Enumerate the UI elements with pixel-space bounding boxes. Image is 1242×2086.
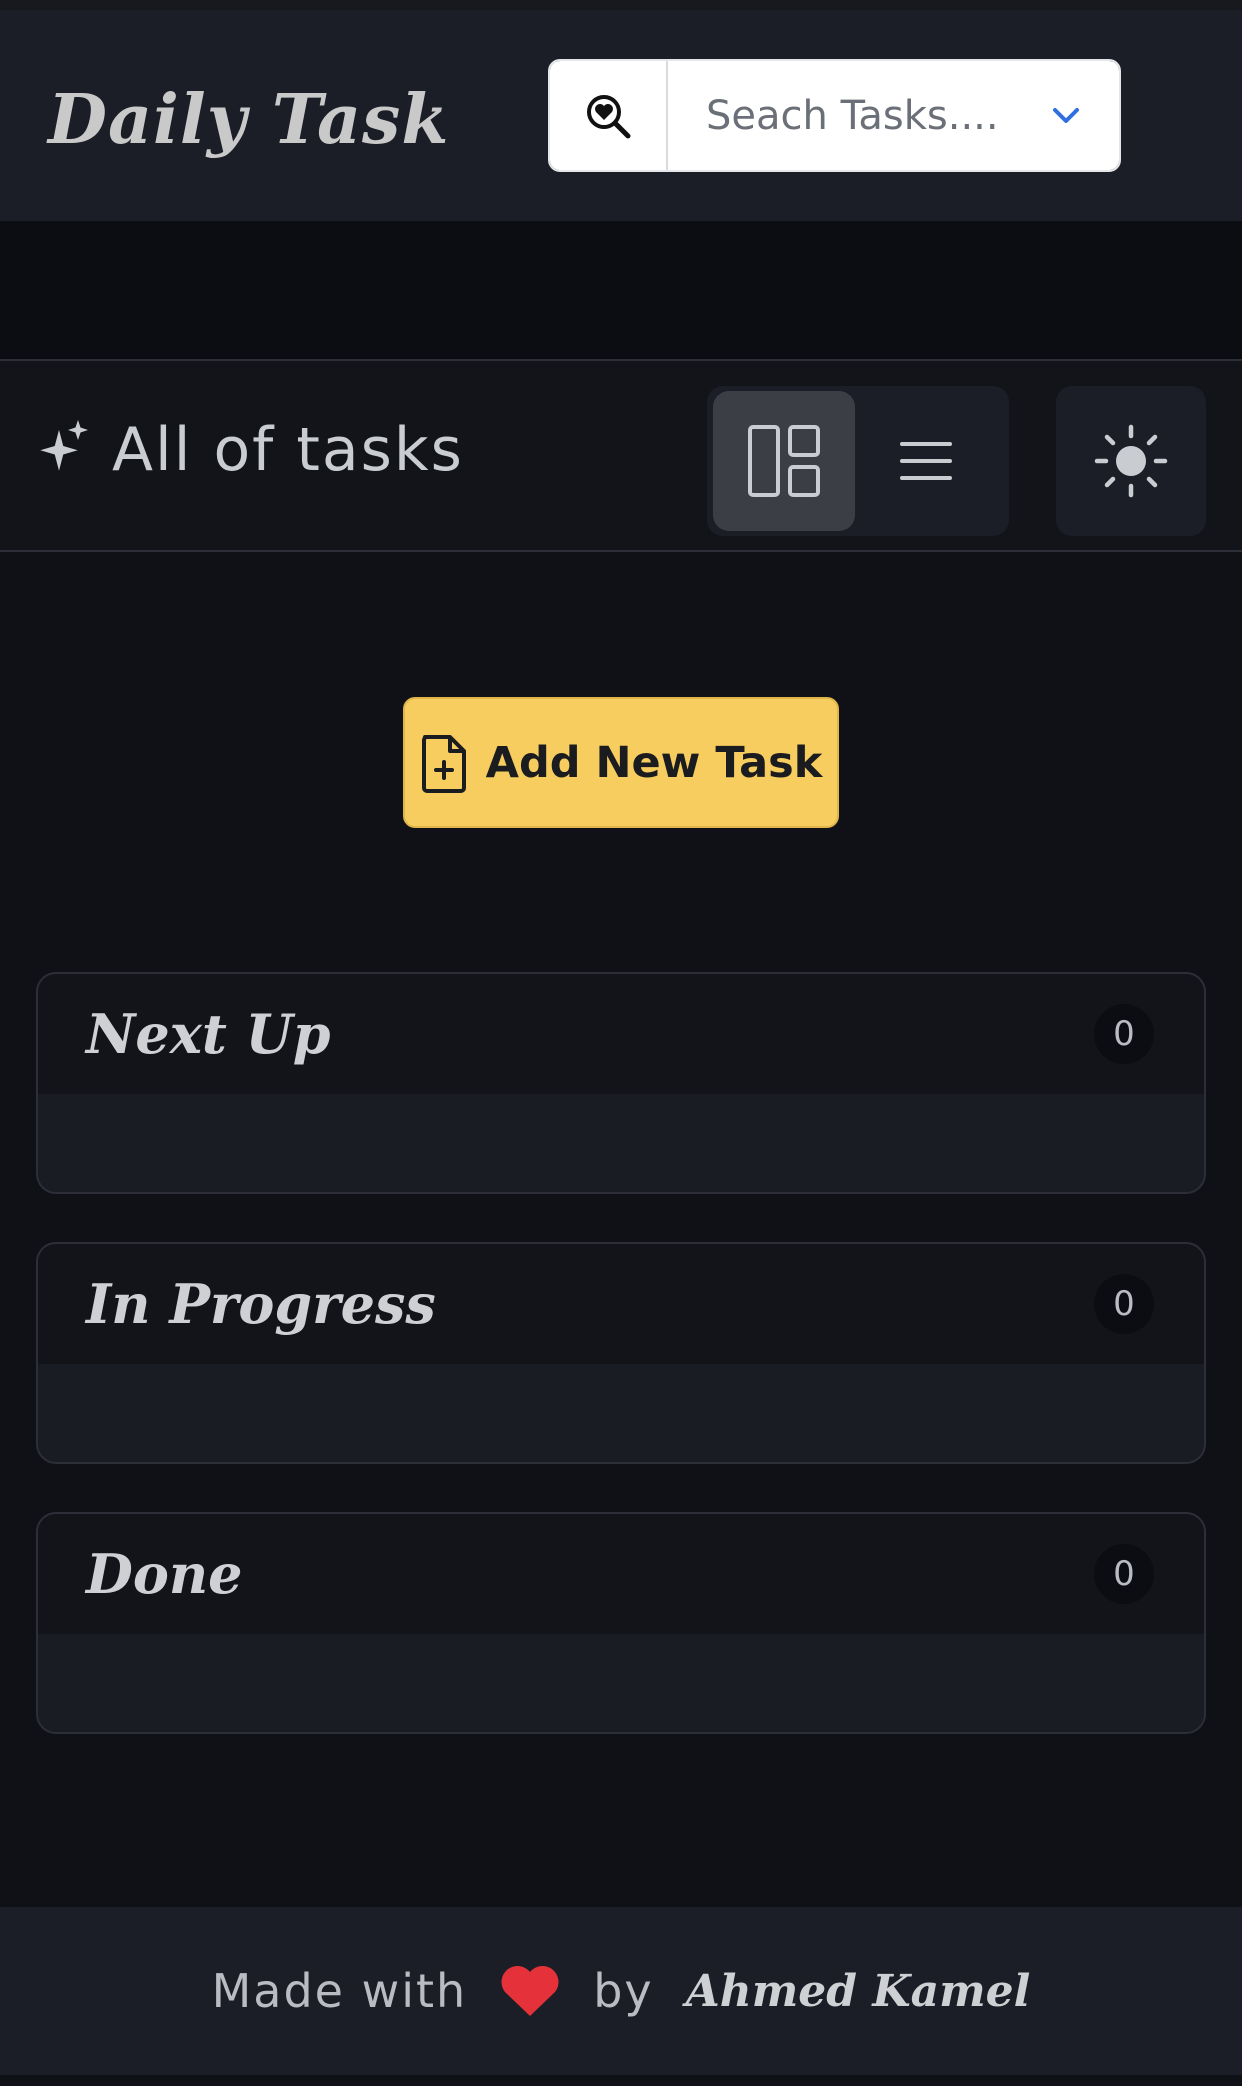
column-header[interactable]: In Progress 0 bbox=[38, 1244, 1204, 1364]
footer-by: by bbox=[593, 1964, 654, 2018]
count-badge: 0 bbox=[1094, 1274, 1154, 1334]
list-view-button[interactable] bbox=[855, 391, 997, 531]
footer-author[interactable]: Ahmed Kamel bbox=[686, 1966, 1031, 2017]
grid-layout-icon bbox=[748, 425, 820, 497]
column-header[interactable]: Next Up 0 bbox=[38, 974, 1204, 1094]
column-header[interactable]: Done 0 bbox=[38, 1514, 1204, 1634]
add-task-button[interactable]: Add New Task bbox=[403, 697, 839, 828]
column-done: Done 0 bbox=[36, 1512, 1206, 1734]
toolbar-title: All of tasks bbox=[112, 415, 464, 485]
count-badge: 0 bbox=[1094, 1004, 1154, 1064]
column-in-progress: In Progress 0 bbox=[36, 1242, 1206, 1464]
header-spacer bbox=[0, 221, 1242, 361]
footer-made-with: Made with bbox=[211, 1964, 468, 2018]
search-heart-icon bbox=[587, 94, 631, 138]
view-toggle bbox=[707, 386, 1009, 536]
heart-icon bbox=[501, 1965, 559, 2016]
theme-toggle-button[interactable] bbox=[1056, 386, 1206, 536]
footer: Made with by Ahmed Kamel bbox=[0, 1907, 1242, 2075]
column-title: Done bbox=[86, 1542, 243, 1606]
sparkles-icon bbox=[40, 420, 88, 471]
search-box: Seach Tasks.... bbox=[548, 59, 1121, 172]
toolbar: All of tasks bbox=[0, 361, 1242, 552]
column-title: Next Up bbox=[86, 1002, 331, 1066]
add-task-label: Add New Task bbox=[485, 737, 823, 788]
main-content: Add New Task Next Up 0 In Progress 0 Don… bbox=[0, 552, 1242, 1907]
toolbar-title-group: All of tasks bbox=[38, 415, 464, 485]
grid-view-button[interactable] bbox=[713, 391, 855, 531]
column-next-up: Next Up 0 bbox=[36, 972, 1206, 1194]
count-badge: 0 bbox=[1094, 1544, 1154, 1604]
search-placeholder: Seach Tasks.... bbox=[706, 92, 999, 139]
app-header: Daily Task Seach Tasks.... bbox=[0, 10, 1242, 221]
search-input[interactable]: Seach Tasks.... bbox=[668, 61, 1119, 170]
search-button[interactable] bbox=[550, 61, 668, 170]
file-plus-icon bbox=[421, 734, 466, 793]
chevron-down-icon[interactable] bbox=[1051, 106, 1081, 126]
column-title: In Progress bbox=[86, 1272, 436, 1336]
list-icon bbox=[900, 442, 952, 480]
app-title: Daily Task bbox=[48, 80, 450, 160]
top-edge bbox=[0, 0, 1242, 10]
sun-icon bbox=[1094, 424, 1168, 498]
